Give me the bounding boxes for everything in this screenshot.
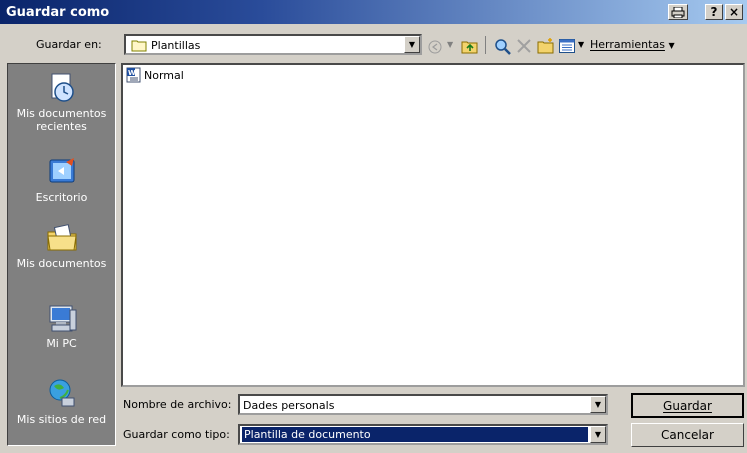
close-button[interactable]: × xyxy=(725,4,743,20)
place-desktop[interactable]: Escritorio xyxy=(8,156,115,204)
cancel-button-label: Cancelar xyxy=(661,428,714,442)
desktop-icon xyxy=(46,156,78,188)
save-button[interactable]: Guardar xyxy=(631,393,744,418)
views-icon[interactable] xyxy=(559,39,575,56)
back-dropdown-icon[interactable]: ▼ xyxy=(447,40,453,49)
folder-icon xyxy=(131,38,147,55)
filetype-combo[interactable]: Plantilla de documento ▼ xyxy=(238,424,608,445)
filename-value: Dades personals xyxy=(243,399,335,412)
place-my-computer[interactable]: Mi PC xyxy=(8,302,115,350)
save-in-value: Plantillas xyxy=(151,39,201,52)
search-web-icon[interactable] xyxy=(494,38,512,59)
svg-text:W: W xyxy=(128,69,136,77)
place-label: Escritorio xyxy=(35,191,88,204)
place-label: Mis documentos xyxy=(16,257,107,270)
chevron-down-icon[interactable]: ▼ xyxy=(590,396,606,413)
my-documents-icon xyxy=(46,222,78,254)
window-title: Guardar como xyxy=(6,5,110,20)
file-list[interactable]: W Normal xyxy=(121,63,745,387)
place-label: recientes xyxy=(36,120,87,133)
file-name: Normal xyxy=(144,68,184,82)
tools-menu[interactable]: Herramientas ▼ xyxy=(590,38,675,51)
tools-menu-label: Herramientas xyxy=(590,38,665,51)
list-item[interactable]: W Normal xyxy=(126,67,184,83)
place-label: Mi PC xyxy=(46,337,77,350)
toolbar-separator xyxy=(485,36,486,54)
cancel-button[interactable]: Cancelar xyxy=(631,423,744,447)
views-dropdown-icon[interactable]: ▼ xyxy=(578,40,584,49)
title-bar[interactable]: Guardar como ? × xyxy=(0,0,747,24)
save-in-combo[interactable]: Plantillas ▼ xyxy=(124,34,422,55)
filename-label: Nombre de archivo: xyxy=(123,398,232,411)
help-button[interactable]: ? xyxy=(705,4,723,20)
place-recent-documents[interactable]: Mis documentos recientes xyxy=(8,72,115,133)
save-button-label: Guardar xyxy=(663,398,712,413)
filename-combo[interactable]: Dades personals ▼ xyxy=(238,394,608,415)
my-computer-icon xyxy=(46,302,78,334)
chevron-down-icon[interactable]: ▼ xyxy=(404,36,420,53)
new-folder-icon[interactable] xyxy=(537,37,555,57)
filetype-value: Plantilla de documento xyxy=(242,427,588,442)
back-icon[interactable] xyxy=(428,40,444,57)
place-my-documents[interactable]: Mis documentos xyxy=(8,222,115,270)
place-label: Mis sitios de red xyxy=(16,413,107,426)
word-template-icon: W xyxy=(126,67,142,83)
network-places-icon xyxy=(46,378,78,410)
places-bar: Mis documentos recientes Escritorio Mis … xyxy=(7,63,116,446)
place-label: Mis documentos xyxy=(16,107,107,120)
recent-documents-icon xyxy=(46,72,78,104)
filetype-label: Guardar como tipo: xyxy=(123,428,230,441)
printer-icon[interactable] xyxy=(668,4,688,20)
place-network[interactable]: Mis sitios de red xyxy=(8,378,115,426)
delete-icon[interactable] xyxy=(516,38,532,57)
up-folder-icon[interactable] xyxy=(461,38,479,57)
chevron-down-icon: ▼ xyxy=(668,41,675,50)
chevron-down-icon[interactable]: ▼ xyxy=(590,426,606,443)
save-in-label: Guardar en: xyxy=(36,38,102,51)
